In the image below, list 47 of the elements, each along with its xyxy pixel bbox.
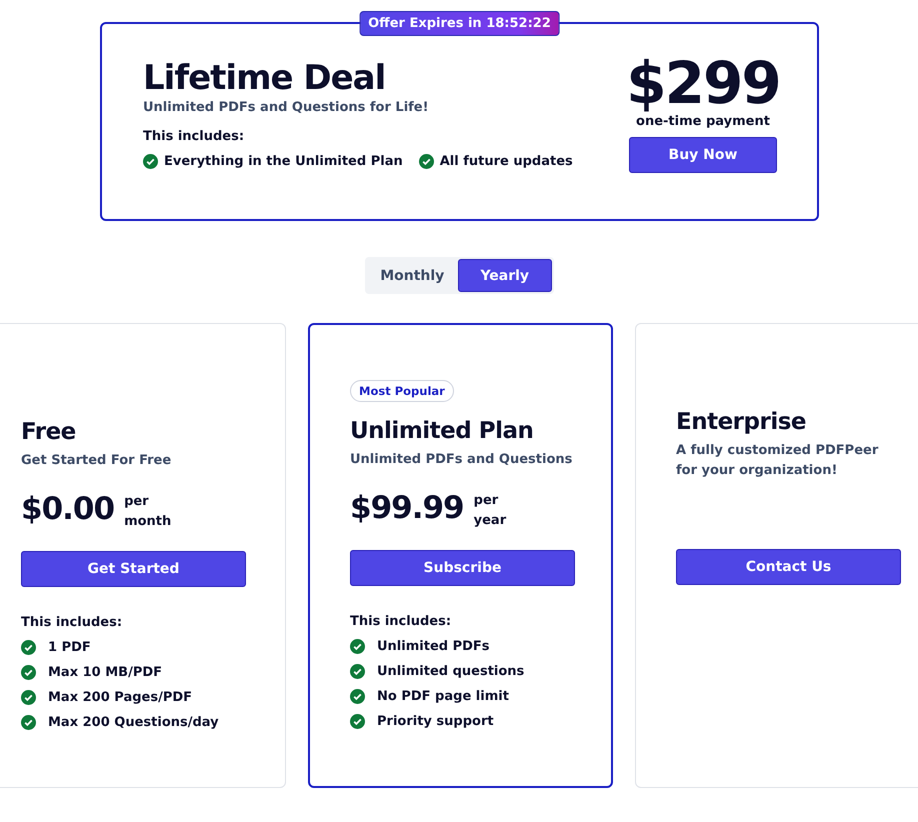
plan-button[interactable]: Get Started <box>21 551 246 587</box>
check-icon <box>350 689 365 704</box>
feature-text: Unlimited questions <box>377 664 524 679</box>
feature-text: Priority support <box>377 714 494 729</box>
plan-price: $0.00 <box>21 491 114 527</box>
feature-text: Max 10 MB/PDF <box>48 665 162 680</box>
feature-text: Everything in the Unlimited Plan <box>164 154 403 169</box>
deal-price: $299 <box>626 52 780 114</box>
feature-text: No PDF page limit <box>377 689 509 704</box>
price-period: year <box>474 512 506 530</box>
plan-name: Free <box>21 419 77 445</box>
deal-subtitle: Unlimited PDFs and Questions for Life! <box>143 100 430 115</box>
plan-name: Enterprise <box>676 409 808 435</box>
plan-subtitle: Unlimited PDFs and Questions <box>350 451 574 469</box>
buy-now-button[interactable]: Buy Now <box>629 137 777 173</box>
plan-subtitle: Get Started For Free <box>21 452 172 470</box>
feature-text: Unlimited PDFs <box>377 639 490 654</box>
feature-text: All future updates <box>440 154 573 169</box>
plan-price: $99.99 <box>350 490 464 526</box>
price-period: per <box>474 492 500 510</box>
billing-tab[interactable]: Yearly <box>458 259 552 292</box>
includes-label: This includes: <box>143 129 246 144</box>
feature-text: 1 PDF <box>48 640 91 655</box>
plan-subtitle: A fully customized PDFPeer for your organization! <box>676 442 880 480</box>
check-icon <box>350 639 365 654</box>
check-icon <box>418 154 434 169</box>
check-icon <box>350 664 365 679</box>
price-period: per <box>124 493 150 511</box>
deal-title: Lifetime Deal <box>143 58 386 98</box>
price-note: one-time payment <box>636 114 770 129</box>
includes-label: This includes: <box>21 615 124 630</box>
plan-button[interactable]: Contact Us <box>676 549 901 585</box>
plan-name: Unlimited Plan <box>350 418 534 444</box>
check-icon <box>21 690 36 705</box>
most-popular-badge: Most Popular <box>350 380 454 402</box>
check-icon <box>350 714 365 729</box>
plan-button[interactable]: Subscribe <box>350 550 575 586</box>
check-icon <box>21 665 36 680</box>
billing-tab[interactable]: Monthly <box>366 259 458 292</box>
offer-timer-badge: Offer Expires in 18:52:22 <box>359 11 560 36</box>
check-icon <box>143 154 158 169</box>
check-icon <box>21 715 36 730</box>
feature-text: Max 200 Pages/PDF <box>48 690 192 705</box>
includes-label: This includes: <box>350 614 452 629</box>
price-period: month <box>124 513 172 531</box>
feature-text: Max 200 Questions/day <box>48 715 219 730</box>
check-icon <box>21 640 36 655</box>
